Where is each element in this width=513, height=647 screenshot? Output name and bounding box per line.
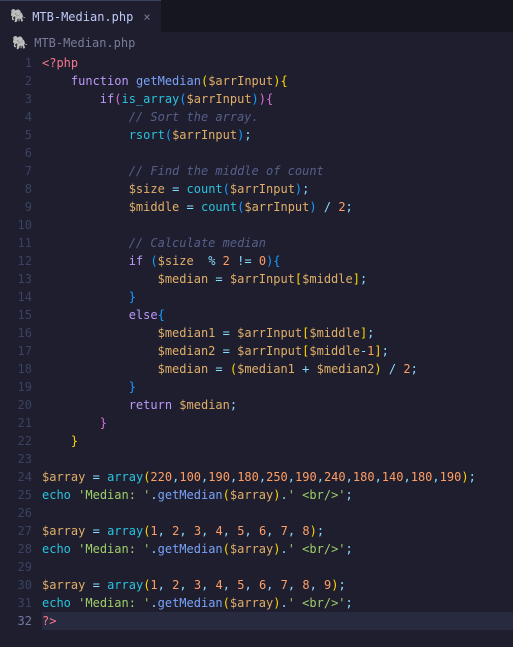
- code-line[interactable]: $median = $arrInput[$middle];: [42, 270, 513, 288]
- breadcrumb[interactable]: 🐘 MTB-Median.php: [0, 32, 513, 54]
- code-line[interactable]: $size = count($arrInput);: [42, 180, 513, 198]
- line-number[interactable]: 26: [0, 504, 32, 522]
- code-line[interactable]: $median1 = $arrInput[$middle];: [42, 324, 513, 342]
- php-icon: 🐘: [12, 36, 28, 51]
- breadcrumb-filename: MTB-Median.php: [34, 36, 135, 50]
- line-number[interactable]: 18: [0, 360, 32, 378]
- code-line[interactable]: echo 'Median: '.getMedian($array).' <br/…: [42, 540, 513, 558]
- code-line[interactable]: [42, 558, 513, 576]
- code-line[interactable]: $array = array(1, 2, 3, 4, 5, 6, 7, 8);: [42, 522, 513, 540]
- line-number[interactable]: 28: [0, 540, 32, 558]
- tab-active[interactable]: 🐘 MTB-Median.php ×: [0, 0, 161, 32]
- line-number[interactable]: 31: [0, 594, 32, 612]
- code-line[interactable]: $array = array(1, 2, 3, 4, 5, 6, 7, 8, 9…: [42, 576, 513, 594]
- code-line[interactable]: $median = ($median1 + $median2) / 2;: [42, 360, 513, 378]
- code-area[interactable]: <?php function getMedian($arrInput){ if(…: [42, 54, 513, 647]
- code-line[interactable]: [42, 504, 513, 522]
- line-number[interactable]: 1: [0, 54, 32, 72]
- code-line[interactable]: echo 'Median: '.getMedian($array).' <br/…: [42, 486, 513, 504]
- line-number[interactable]: 20: [0, 396, 32, 414]
- line-number[interactable]: 15: [0, 306, 32, 324]
- line-number[interactable]: 9: [0, 198, 32, 216]
- code-line[interactable]: }: [42, 288, 513, 306]
- code-line[interactable]: else{: [42, 306, 513, 324]
- line-number[interactable]: 21: [0, 414, 32, 432]
- tab-filename: MTB-Median.php: [32, 10, 133, 24]
- code-line[interactable]: $middle = count($arrInput) / 2;: [42, 198, 513, 216]
- code-line[interactable]: echo 'Median: '.getMedian($array).' <br/…: [42, 594, 513, 612]
- line-number[interactable]: 6: [0, 144, 32, 162]
- code-line[interactable]: rsort($arrInput);: [42, 126, 513, 144]
- code-line[interactable]: [42, 144, 513, 162]
- line-number[interactable]: 10: [0, 216, 32, 234]
- line-number-gutter[interactable]: 1234567891011121314151617181920212223242…: [0, 54, 42, 647]
- line-number[interactable]: 24: [0, 468, 32, 486]
- code-line[interactable]: [42, 216, 513, 234]
- line-number[interactable]: 2: [0, 72, 32, 90]
- line-number[interactable]: 12: [0, 252, 32, 270]
- php-icon: 🐘: [10, 9, 26, 24]
- code-line[interactable]: $array = array(220,100,190,180,250,190,2…: [42, 468, 513, 486]
- code-line[interactable]: // Sort the array.: [42, 108, 513, 126]
- code-line[interactable]: return $median;: [42, 396, 513, 414]
- line-number[interactable]: 22: [0, 432, 32, 450]
- code-line[interactable]: function getMedian($arrInput){: [42, 72, 513, 90]
- code-line[interactable]: $median2 = $arrInput[$middle-1];: [42, 342, 513, 360]
- code-line[interactable]: [42, 450, 513, 468]
- editor: 1234567891011121314151617181920212223242…: [0, 54, 513, 647]
- code-line[interactable]: }: [42, 432, 513, 450]
- code-line[interactable]: if ($size % 2 != 0){: [42, 252, 513, 270]
- line-number[interactable]: 23: [0, 450, 32, 468]
- line-number[interactable]: 19: [0, 378, 32, 396]
- tab-bar: 🐘 MTB-Median.php ×: [0, 0, 513, 32]
- line-number[interactable]: 8: [0, 180, 32, 198]
- code-line[interactable]: ?>: [42, 612, 513, 630]
- line-number[interactable]: 4: [0, 108, 32, 126]
- code-line[interactable]: }: [42, 414, 513, 432]
- line-number[interactable]: 17: [0, 342, 32, 360]
- code-line[interactable]: // Find the middle of count: [42, 162, 513, 180]
- line-number[interactable]: 5: [0, 126, 32, 144]
- line-number[interactable]: 3: [0, 90, 32, 108]
- line-number[interactable]: 30: [0, 576, 32, 594]
- line-number[interactable]: 27: [0, 522, 32, 540]
- line-number[interactable]: 11: [0, 234, 32, 252]
- close-icon[interactable]: ×: [143, 10, 150, 24]
- line-number[interactable]: 13: [0, 270, 32, 288]
- line-number[interactable]: 29: [0, 558, 32, 576]
- code-line[interactable]: <?php: [42, 54, 513, 72]
- code-line[interactable]: }: [42, 378, 513, 396]
- line-number[interactable]: 14: [0, 288, 32, 306]
- code-line[interactable]: if(is_array($arrInput)){: [42, 90, 513, 108]
- line-number[interactable]: 32: [0, 612, 32, 630]
- line-number[interactable]: 16: [0, 324, 32, 342]
- line-number[interactable]: 25: [0, 486, 32, 504]
- line-number[interactable]: 7: [0, 162, 32, 180]
- code-line[interactable]: // Calculate median: [42, 234, 513, 252]
